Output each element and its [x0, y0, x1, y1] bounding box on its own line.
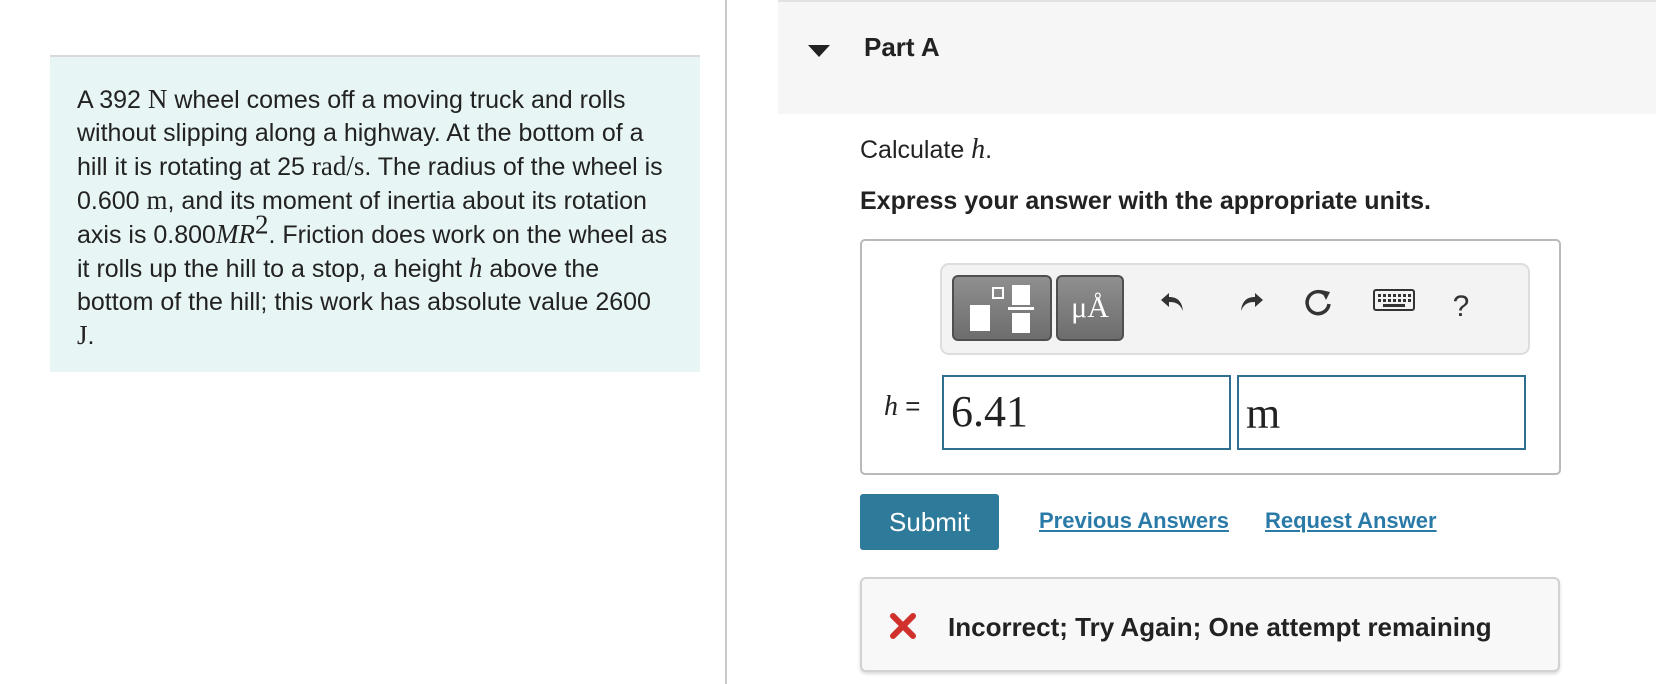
problem-text: A 392: [77, 86, 148, 114]
fraction-bar-icon: [1008, 307, 1034, 310]
unit-meter: m: [146, 185, 168, 215]
unit-joule: J: [77, 320, 88, 350]
redo-icon[interactable]: [1232, 287, 1270, 327]
math-toolbar: μÅ ?: [940, 263, 1530, 355]
feedback-text: Incorrect; Try Again; One attempt remain…: [948, 612, 1492, 642]
problem-text: .: [87, 322, 95, 350]
superscript: 2: [254, 209, 269, 240]
question-prompt: Calculate h.: [860, 134, 992, 166]
part-header[interactable]: Part A: [778, 0, 1656, 114]
undo-icon[interactable]: [1154, 287, 1192, 327]
feedback-box: Incorrect; Try Again; One attempt remain…: [860, 577, 1560, 672]
answer-eq: =: [898, 391, 921, 421]
previous-answers-link[interactable]: Previous Answers: [1039, 508, 1229, 534]
fraction-top-icon: [1012, 285, 1030, 305]
unit-rad-per-s: rad/s: [311, 151, 365, 181]
templates-icon: [970, 305, 990, 331]
answer-value-input[interactable]: 6.41: [942, 375, 1231, 450]
keyboard-icon[interactable]: [1372, 287, 1416, 327]
answer-unit-input[interactable]: m: [1237, 375, 1526, 450]
unit-newton: N: [147, 84, 168, 114]
units-button[interactable]: μÅ: [1056, 275, 1124, 341]
var-mr: MR: [215, 219, 255, 249]
incorrect-x-icon: [890, 613, 916, 639]
submit-button[interactable]: Submit: [860, 494, 999, 550]
instructions: Express your answer with the appropriate…: [860, 187, 1431, 215]
help-icon[interactable]: ?: [1442, 287, 1480, 327]
templates-button[interactable]: [952, 275, 1052, 341]
question-var: h: [971, 134, 986, 165]
answer-box: μÅ ? h = 6.41 m: [860, 239, 1561, 475]
var-h: h: [468, 253, 483, 283]
caret-down-icon[interactable]: [808, 45, 830, 57]
answer-label: h =: [884, 391, 920, 423]
template-box-icon: [992, 287, 1004, 299]
question-suffix: .: [985, 136, 993, 164]
request-answer-link[interactable]: Request Answer: [1265, 508, 1437, 534]
part-title: Part A: [864, 32, 940, 62]
reset-icon[interactable]: [1300, 287, 1338, 327]
left-pane: A 392 N wheel comes off a moving truck a…: [0, 0, 727, 684]
answer-var: h: [884, 391, 898, 422]
fraction-bottom-icon: [1012, 313, 1030, 333]
problem-statement: A 392 N wheel comes off a moving truck a…: [50, 55, 700, 372]
question-prefix: Calculate: [860, 136, 972, 164]
